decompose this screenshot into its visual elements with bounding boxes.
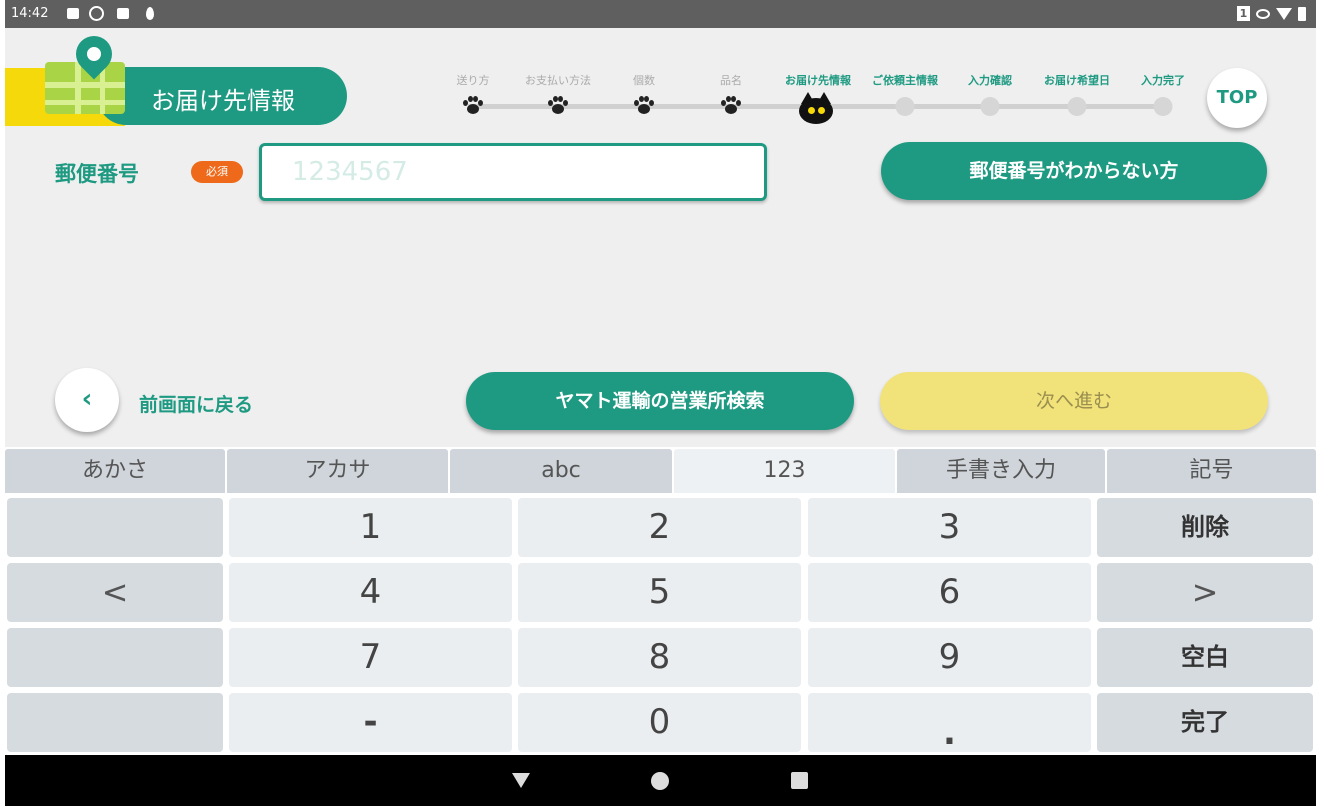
kb-key-cursor-left[interactable]: < [7, 563, 223, 622]
nav-back-icon[interactable] [512, 773, 530, 788]
kb-tab-numbers[interactable]: 123 [674, 449, 895, 493]
nav-home-icon[interactable] [651, 772, 669, 790]
progress-step-label: お支払い方法 [525, 74, 591, 87]
progress-step-label: お届け希望日 [1044, 74, 1110, 87]
kb-key-1[interactable]: 1 [229, 498, 512, 557]
postal-code-input[interactable] [259, 143, 767, 201]
kb-key-3[interactable]: 3 [808, 498, 1091, 557]
kb-key-6[interactable]: 6 [808, 563, 1091, 622]
status-bar: 14:42 1 [5, 0, 1316, 28]
page-title: お届け先情報 [151, 87, 295, 115]
kb-tab-symbols[interactable]: 記号 [1107, 449, 1316, 493]
kb-key-blank[interactable] [7, 498, 223, 557]
next-button[interactable]: 次へ進む [880, 372, 1268, 430]
kb-key-blank[interactable] [7, 628, 223, 687]
progress-step-dot [980, 97, 1000, 116]
kb-tab-alphabet[interactable]: abc [450, 449, 672, 493]
drop-icon [146, 7, 154, 20]
progress-step-label: 送り方 [456, 74, 490, 87]
notification-icon [117, 8, 129, 19]
kb-key-cursor-right[interactable]: > [1097, 563, 1313, 622]
sim-icon: 1 [1237, 6, 1250, 21]
kb-key-4[interactable]: 4 [229, 563, 512, 622]
kb-key-9[interactable]: 9 [808, 628, 1091, 687]
kb-key-delete[interactable]: 削除 [1097, 498, 1313, 557]
progress-step-dot [895, 97, 915, 116]
current-step-cat-icon [799, 92, 833, 124]
progress-step-label: 入力完了 [1141, 74, 1185, 87]
progress-step-dot [1153, 97, 1173, 116]
required-badge: 必須 [191, 161, 243, 183]
progress-step-label: 品名 [720, 74, 742, 87]
progress-step-dot [1067, 97, 1087, 116]
kb-key-done[interactable]: 完了 [1097, 693, 1313, 752]
kb-key-5[interactable]: 5 [518, 563, 801, 622]
paw-icon [720, 96, 742, 116]
back-button[interactable]: ‹ [55, 368, 119, 432]
kb-tab-katakana[interactable]: アカサ [227, 449, 448, 493]
paw-icon [633, 96, 655, 116]
kb-key-2[interactable]: 2 [518, 498, 801, 557]
status-icons: 1 [1237, 6, 1306, 21]
paw-icon [547, 96, 569, 116]
postal-code-label: 郵便番号 [55, 162, 139, 186]
office-search-button[interactable]: ヤマト運輸の営業所検索 [466, 372, 854, 430]
nav-recents-icon[interactable] [791, 772, 808, 789]
unknown-postal-code-button[interactable]: 郵便番号がわからない方 [881, 142, 1267, 200]
progress-step-label: お届け先情報 [785, 74, 851, 87]
progress-step-label: ご依頼主情報 [872, 74, 938, 87]
system-nav-bar [5, 755, 1316, 806]
top-button[interactable]: TOP [1207, 68, 1267, 128]
kb-key-space[interactable]: 空白 [1097, 628, 1313, 687]
kb-key-8[interactable]: 8 [518, 628, 801, 687]
notification-icon [67, 8, 79, 19]
kb-tab-handwriting[interactable]: 手書き入力 [897, 449, 1105, 493]
chevron-left-icon: ‹ [81, 384, 93, 414]
status-time: 14:42 [11, 6, 49, 21]
paw-icon [462, 96, 484, 116]
kb-key-dot[interactable]: . [808, 693, 1091, 753]
progress-step-label: 入力確認 [968, 74, 1012, 87]
back-label[interactable]: 前画面に戻る [139, 390, 253, 417]
wifi-icon [1276, 7, 1292, 20]
eye-icon [1256, 8, 1270, 19]
kb-key-minus[interactable]: - [229, 693, 512, 752]
kb-tab-hiragana[interactable]: あかさ [5, 449, 225, 493]
app-frame: 14:42 1 お届け先情報 送り方 お支払い方法 個数 品名 お届け先情報 ご依頼主情報… [5, 0, 1316, 806]
kb-key-0[interactable]: 0 [518, 693, 801, 752]
numeric-keyboard: あかさ アカサ abc 123 手書き入力 記号 1 2 3 削除 < 4 5 … [5, 447, 1316, 755]
kb-key-blank[interactable] [7, 693, 223, 752]
battery-icon [1298, 6, 1306, 21]
progress-step-label: 個数 [633, 74, 655, 87]
kb-key-7[interactable]: 7 [229, 628, 512, 687]
sync-icon [89, 6, 104, 21]
